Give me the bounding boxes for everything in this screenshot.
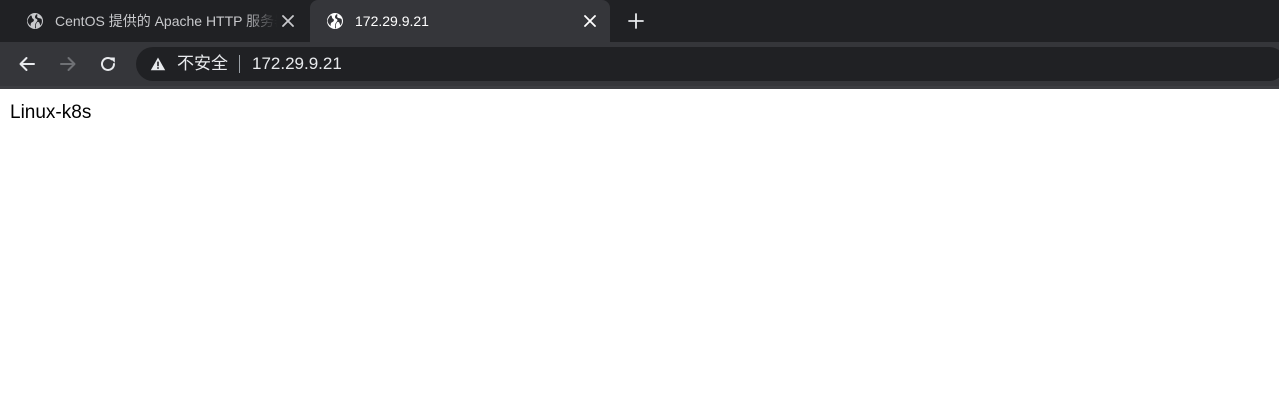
back-arrow-icon [19, 57, 35, 71]
tab-title: CentOS 提供的 Apache HTTP 服务器测试页 [55, 13, 277, 29]
forward-button[interactable] [56, 52, 80, 76]
new-tab-button[interactable] [624, 9, 648, 33]
forward-arrow-icon [60, 57, 76, 71]
warning-triangle-icon[interactable] [150, 56, 166, 72]
tab-strip: CentOS 提供的 Apache HTTP 服务器测试页 172.29.9.2… [0, 0, 1279, 42]
browser-window: CentOS 提供的 Apache HTTP 服务器测试页 172.29.9.2… [0, 0, 1279, 416]
close-tab-button[interactable] [278, 11, 298, 31]
close-tab-button[interactable] [580, 11, 600, 31]
url-text[interactable]: 172.29.9.21 [252, 54, 342, 74]
tab-title: 172.29.9.21 [355, 13, 429, 29]
close-icon [584, 15, 596, 27]
plus-icon [628, 13, 644, 29]
globe-icon [27, 13, 43, 29]
address-bar[interactable]: 不安全 172.29.9.21 [136, 47, 1279, 81]
reload-icon [101, 57, 115, 71]
close-icon [282, 15, 294, 27]
browser-toolbar: 不安全 172.29.9.21 [0, 42, 1279, 86]
tab-centos-test-page[interactable]: CentOS 提供的 Apache HTTP 服务器测试页 [10, 0, 308, 42]
security-status-label[interactable]: 不安全 [177, 54, 228, 74]
page-body-text: Linux-k8s [10, 102, 92, 123]
reload-button[interactable] [96, 52, 120, 76]
address-bar-divider [239, 55, 240, 73]
page-content: Linux-k8s [0, 89, 1279, 416]
globe-icon [327, 13, 343, 29]
back-button[interactable] [15, 52, 39, 76]
tab-active-ip[interactable]: 172.29.9.21 [310, 0, 610, 42]
